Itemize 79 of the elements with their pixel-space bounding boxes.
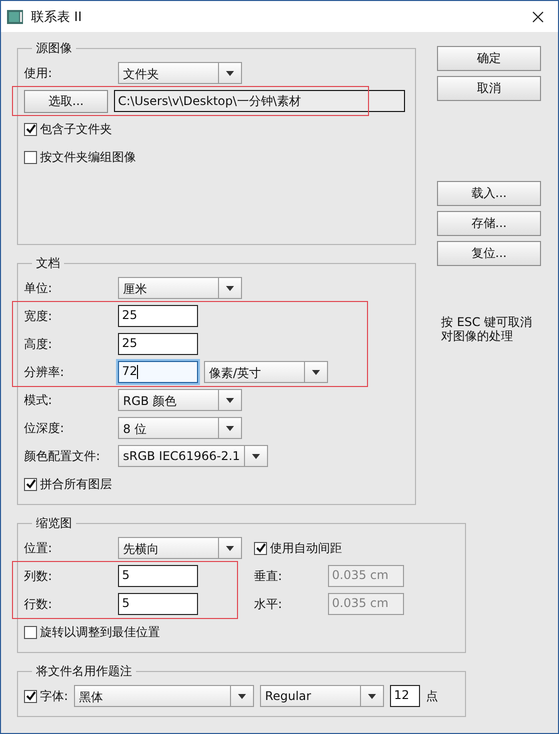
dropdown-arrow-icon: [226, 426, 234, 430]
field-label: 模式:: [24, 392, 54, 408]
hint-text: 按 ESC 键可取消: [441, 315, 534, 329]
checkbox-label: 包含子文件夹: [40, 120, 112, 138]
path-field: C:\Users\v\Desktop\一分钟\素材: [114, 90, 405, 112]
check-icon: [26, 479, 36, 489]
app-icon: [7, 10, 23, 24]
dropdown-value: RGB 颜色: [122, 393, 178, 410]
dropdown-arrow-icon: [226, 398, 234, 402]
check-icon: [26, 124, 36, 134]
dropdown[interactable]: Regular: [260, 685, 384, 707]
field-label: 宽度:: [24, 308, 54, 324]
panel-title: 缩览图: [35, 515, 73, 532]
dropdown[interactable]: 先横向: [118, 537, 242, 559]
field-label: 颜色配置文件:: [24, 448, 102, 464]
dropdown[interactable]: 黑体: [74, 685, 254, 707]
dialog-button[interactable]: 复位...: [437, 241, 541, 266]
checkbox[interactable]: [24, 150, 37, 164]
checkbox-label: 按文件夹编组图像: [40, 148, 136, 166]
field-label: 列数:: [24, 568, 54, 584]
dropdown-value: 厘米: [122, 281, 148, 298]
dropdown[interactable]: 像素/英寸: [204, 361, 328, 383]
dialog-button[interactable]: 载入...: [437, 181, 541, 206]
check-icon: [256, 543, 266, 553]
input-field[interactable]: 25: [118, 305, 198, 327]
dialog-button[interactable]: 存储...: [437, 211, 541, 236]
dropdown-value: sRGB IEC61966-2.1: [122, 448, 242, 465]
dropdown-arrow-icon: [226, 286, 234, 290]
dropdown-value: 8 位: [122, 421, 148, 438]
checkbox[interactable]: [24, 122, 37, 136]
checkbox-label: 旋转以调整到最佳位置: [40, 624, 160, 640]
dropdown-value: 黑体: [78, 689, 104, 706]
checkbox[interactable]: [24, 626, 37, 638]
choose-button[interactable]: 选取...: [24, 90, 108, 112]
field-label: 垂直:: [254, 568, 284, 584]
dropdown[interactable]: 8 位: [118, 417, 242, 439]
input-field[interactable]: 72: [118, 361, 198, 383]
panel-title: 源图像: [35, 40, 73, 57]
field-label: 位置:: [24, 540, 54, 556]
dropdown[interactable]: 文件夹: [118, 62, 242, 84]
dropdown-arrow-icon: [368, 694, 376, 698]
panel-title: 将文件名用作题注: [35, 663, 133, 680]
window-title: 联系表 II: [31, 8, 83, 26]
dialog-button[interactable]: 取消: [437, 76, 541, 101]
field-label: 分辨率:: [24, 364, 66, 380]
dropdown-arrow-icon: [238, 694, 246, 698]
dropdown-arrow-icon: [252, 454, 260, 458]
dropdown-arrow-icon: [226, 546, 234, 550]
field-label: 位深度:: [24, 420, 66, 436]
dropdown-value: Regular: [264, 688, 312, 705]
dialog-button[interactable]: 确定: [437, 46, 541, 71]
input-field[interactable]: 5: [118, 565, 198, 587]
dropdown[interactable]: RGB 颜色: [118, 389, 242, 411]
panel-title: 文档: [35, 255, 61, 272]
field-label: 使用:: [24, 64, 54, 82]
unit-label: 点: [426, 688, 438, 704]
checkbox[interactable]: [24, 478, 37, 490]
field-label: 高度:: [24, 336, 54, 352]
dropdown-value: 文件夹: [122, 66, 160, 83]
checkbox-label: 使用自动间距: [270, 540, 342, 556]
dropdown-value: 像素/英寸: [208, 365, 262, 382]
dropdown[interactable]: 厘米: [118, 277, 242, 299]
dropdown-value: 先横向: [122, 541, 160, 558]
field-label: 水平:: [254, 596, 284, 612]
check-icon: [26, 691, 36, 701]
checkbox-label: 字体:: [40, 688, 68, 704]
checkbox[interactable]: [254, 542, 267, 554]
input-field[interactable]: 12: [390, 685, 420, 707]
close-icon[interactable]: [532, 10, 544, 22]
checkbox[interactable]: [24, 690, 37, 702]
dropdown-arrow-icon: [226, 70, 234, 76]
hint-text: 对图像的处理: [441, 329, 514, 343]
dropdown-arrow-icon: [312, 370, 320, 374]
checkbox-label: 拼合所有图层: [40, 476, 112, 492]
input-field[interactable]: 5: [118, 593, 198, 615]
input-field[interactable]: 25: [118, 333, 198, 355]
field-label: 单位:: [24, 280, 54, 296]
dropdown[interactable]: sRGB IEC61966-2.1: [118, 445, 268, 467]
field-label: 行数:: [24, 596, 54, 612]
